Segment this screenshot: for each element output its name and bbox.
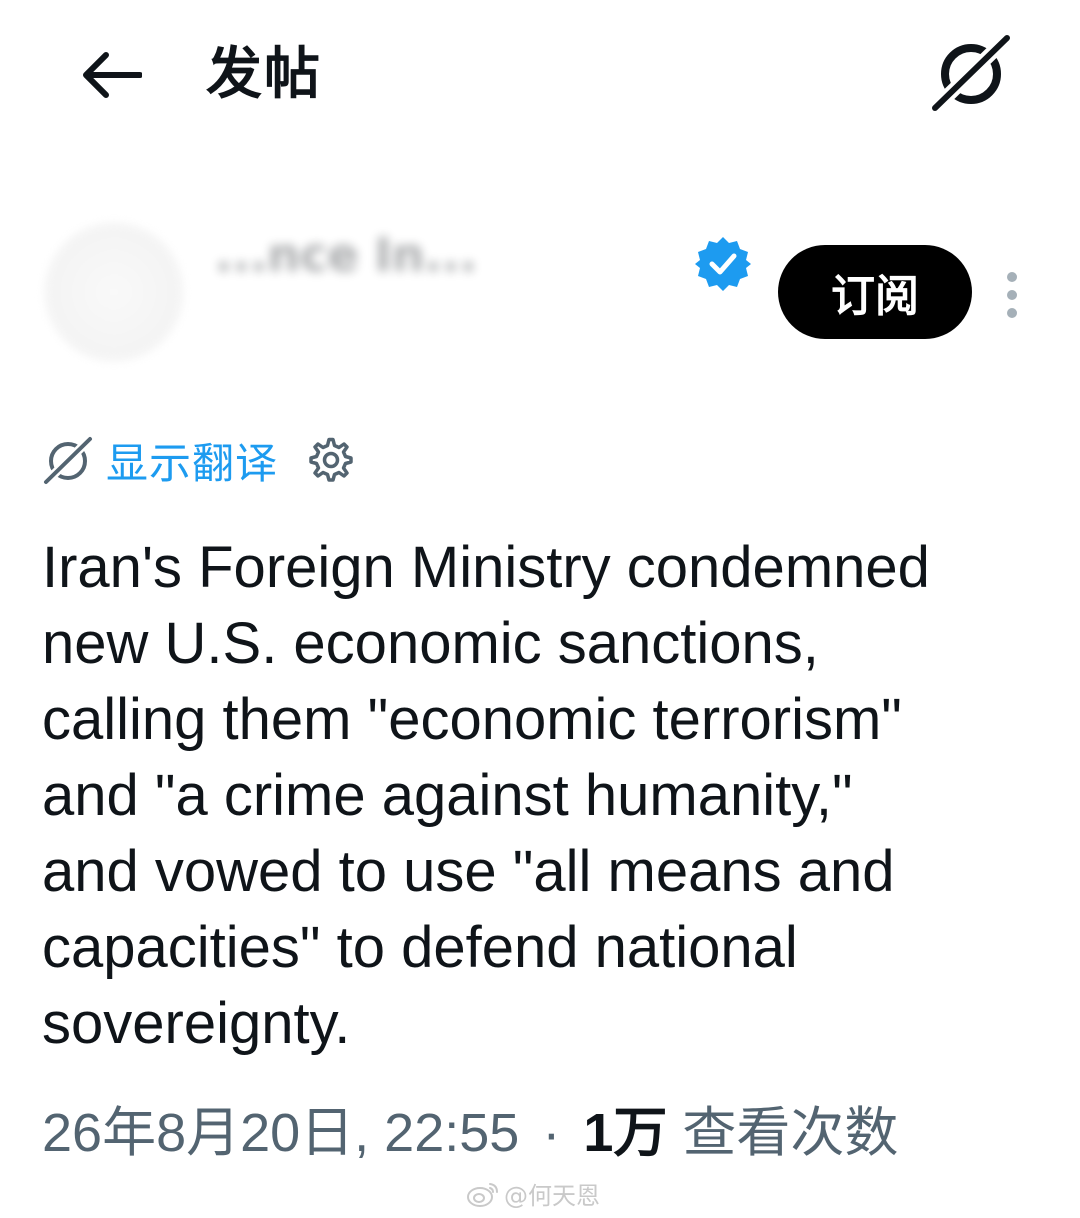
tweet-text: Iran's Foreign Ministry condemned new U.… [42, 530, 1042, 1062]
author-row: ...nce In... 订阅 [0, 210, 1080, 380]
gear-icon [309, 437, 353, 482]
arrow-left-icon [83, 52, 142, 98]
tweet-text-line: and "a crime against humanity," [42, 763, 853, 828]
watermark-text: @何天恩 [504, 1182, 600, 1210]
weibo-icon [467, 1182, 498, 1207]
tweet-timestamp[interactable]: 26年8月20日, 22:55 [42, 1103, 519, 1163]
tweet-text-line: calling them "economic terrorism" [42, 687, 902, 752]
avatar[interactable] [44, 222, 184, 362]
author-display-name[interactable]: ...nce In... [215, 228, 477, 282]
back-button[interactable] [76, 40, 146, 110]
translate-icon [929, 32, 1013, 112]
more-options-button[interactable] [990, 265, 1034, 325]
tweet-text-line: capacities" to defend national [42, 915, 798, 980]
top-bar: 发帖 [0, 0, 1080, 150]
translation-row: 显示翻译 [40, 428, 358, 492]
translate-button[interactable] [926, 30, 1016, 114]
tweet-text-line: and vowed to use "all means and [42, 839, 895, 904]
translate-icon [40, 432, 96, 488]
watermark: @何天恩 [466, 1176, 600, 1211]
page-title: 发帖 [206, 42, 322, 107]
tweet-meta: 26年8月20日, 22:55 · 1万 查看次数 [42, 1098, 898, 1168]
subscribe-button[interactable]: 订阅 [778, 245, 972, 339]
view-count: 1万 [583, 1103, 668, 1163]
view-count-label: 查看次数 [682, 1103, 899, 1163]
more-vertical-icon [1007, 272, 1017, 282]
tweet-text-line: sovereignty. [42, 991, 351, 1056]
meta-separator: · [542, 1103, 561, 1163]
tweet-text-line: Iran's Foreign Ministry condemned [42, 535, 930, 600]
show-translation-link[interactable]: 显示翻译 [106, 430, 278, 491]
tweet-text-line: new U.S. economic sanctions, [42, 611, 819, 676]
translation-settings-button[interactable] [304, 433, 358, 487]
verified-badge-icon [695, 237, 751, 291]
